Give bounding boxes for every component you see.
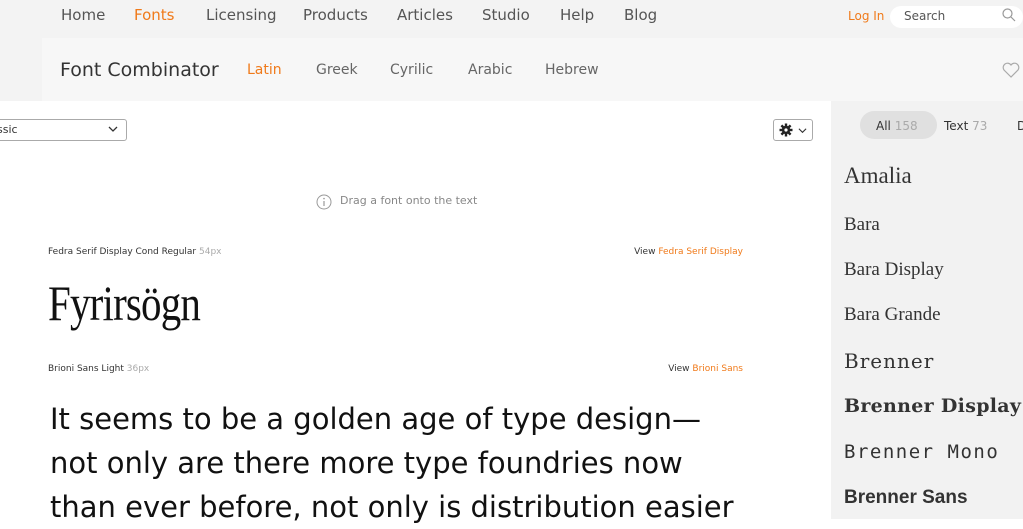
tab-cyrilic[interactable]: Cyrilic	[390, 62, 433, 78]
filter-all[interactable]: All 158	[860, 111, 937, 139]
specimen-font-name: Brioni Sans Light	[48, 364, 124, 374]
chevron-down-icon	[108, 126, 118, 132]
specimen-line: not only are there more type foundries n…	[50, 446, 683, 480]
specimen-font-size: 36px	[126, 364, 150, 374]
view-prefix: View	[634, 247, 656, 257]
nav-home[interactable]: Home	[61, 6, 105, 24]
search-icon[interactable]	[1002, 8, 1016, 22]
settings-button[interactable]	[773, 119, 813, 141]
chevron-down-icon	[798, 128, 807, 134]
tab-hebrew[interactable]: Hebrew	[545, 62, 599, 78]
specimen-line: than ever before, not only is distributi…	[50, 490, 734, 524]
nav-studio[interactable]: Studio	[482, 6, 530, 24]
specimen-meta: Brioni Sans Light 36px	[48, 364, 149, 374]
sub-header: Font Combinator Latin Greek Cyrilic Arab…	[42, 38, 1023, 101]
font-list-item[interactable]: Brenner Display	[844, 395, 1021, 417]
specimen-font-name: Fedra Serif Display Cond Regular	[48, 247, 197, 257]
left-gutter	[0, 38, 42, 101]
font-list-item[interactable]: Brenner Mono	[844, 441, 999, 463]
font-list-panel: All 158 Text 73 D Amalia Bara Bara Displ…	[831, 101, 1023, 519]
font-list-item[interactable]: Bara Grande	[844, 304, 941, 326]
view-font-link[interactable]: View Fedra Serif Display	[634, 247, 743, 257]
filter-label: Text	[944, 119, 969, 133]
view-font-name[interactable]: Fedra Serif Display	[658, 247, 743, 257]
filter-display[interactable]: D	[1017, 111, 1023, 139]
nav-fonts[interactable]: Fonts	[134, 6, 174, 24]
drag-hint-text: Drag a font onto the text	[340, 194, 478, 207]
gear-icon	[779, 123, 793, 137]
tab-latin[interactable]: Latin	[247, 62, 282, 78]
filter-label: D	[1017, 119, 1023, 133]
specimen-meta: Fedra Serif Display Cond Regular 54px	[48, 247, 222, 257]
tab-arabic[interactable]: Arabic	[468, 62, 512, 78]
page-title: Font Combinator	[60, 59, 219, 81]
nav-help[interactable]: Help	[560, 6, 594, 24]
font-list-item[interactable]: Bara Display	[844, 259, 944, 281]
top-navigation: Home Fonts Licensing Products Articles S…	[0, 0, 1023, 38]
view-font-name[interactable]: Brioni Sans	[692, 364, 743, 374]
nav-blog[interactable]: Blog	[624, 6, 657, 24]
preset-select-value: ssic	[0, 123, 18, 136]
font-list-item[interactable]: Amalia	[844, 163, 912, 189]
nav-licensing[interactable]: Licensing	[206, 6, 277, 24]
view-font-link[interactable]: View Brioni Sans	[668, 364, 743, 374]
login-link[interactable]: Log In	[848, 9, 884, 23]
filter-label: All	[876, 119, 891, 133]
filter-count: 73	[972, 119, 988, 133]
specimen-line: It seems to be a golden age of type desi…	[50, 402, 701, 436]
filter-text[interactable]: Text 73	[944, 111, 1004, 139]
heart-icon[interactable]	[1002, 62, 1020, 78]
view-prefix: View	[668, 364, 690, 374]
specimen-body-text[interactable]: It seems to be a golden age of type desi…	[50, 397, 770, 529]
info-icon	[316, 194, 332, 210]
tab-greek[interactable]: Greek	[316, 62, 358, 78]
filter-count: 158	[894, 119, 918, 133]
font-list-item[interactable]: Brenner Sans	[844, 487, 968, 509]
nav-articles[interactable]: Articles	[397, 6, 453, 24]
search-placeholder: Search	[904, 9, 946, 23]
font-list-item[interactable]: Bara	[844, 214, 880, 236]
specimen-headline[interactable]: Fyrirsögn	[48, 274, 201, 332]
font-list-item[interactable]: Brenner	[844, 349, 934, 373]
specimen-font-size: 54px	[199, 247, 222, 257]
nav-products[interactable]: Products	[303, 6, 368, 24]
preset-select[interactable]: ssic	[0, 119, 127, 141]
